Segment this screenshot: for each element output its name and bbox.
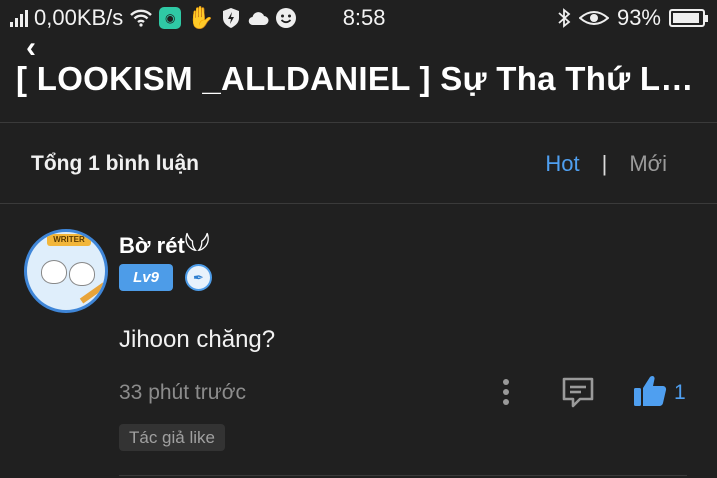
comment-text: Jihoon chăng?	[119, 326, 276, 353]
author-liked-badge: Tác giả like	[119, 424, 225, 451]
page-title: [ LOOKISM _ALLDANIEL ] Sự Tha Thứ Lỗi...	[16, 60, 706, 97]
signal-icon	[10, 9, 28, 27]
more-options-icon[interactable]	[493, 376, 519, 408]
back-arrow-icon[interactable]: ‹	[26, 33, 36, 63]
like-count: 1	[674, 381, 686, 404]
wifi-icon	[130, 9, 153, 27]
network-speed: 0,00KB/s	[34, 5, 124, 30]
avatar[interactable]: WRITER	[24, 229, 108, 313]
status-left: 0,00KB/s ◉ ✋ 8:58	[10, 5, 386, 31]
eye-icon	[578, 11, 609, 25]
comment-divider	[119, 475, 687, 476]
sort-separator: |	[601, 150, 608, 176]
comment-username[interactable]: Bờ rét𓆩𓆪	[119, 225, 210, 261]
top-bar: [ LOOKISM _ALLDANIEL ] Sự Tha Thứ Lỗi...	[0, 36, 717, 123]
thumbs-up-icon[interactable]	[632, 374, 668, 408]
sort-new-tab[interactable]: Mới	[629, 151, 667, 177]
cloud-icon	[248, 12, 269, 26]
hand-icon: ✋	[187, 5, 215, 30]
comment-item: WRITER	[0, 205, 717, 478]
writer-badge-icon: ✒	[185, 264, 212, 291]
sort-tabs: Hot | Mới	[545, 151, 667, 177]
battery-percent: 93%	[616, 5, 661, 30]
battery-icon	[669, 9, 708, 27]
clock: 8:58	[342, 5, 386, 30]
status-right: 93%	[557, 5, 708, 31]
shield-icon	[222, 8, 239, 28]
level-badge: Lv9	[119, 264, 173, 291]
avatar-character-left	[41, 260, 67, 284]
reply-icon[interactable]	[560, 376, 596, 410]
comment-timestamp: 33 phút trước	[119, 381, 247, 404]
comment-count: Tổng 1 bình luận	[31, 151, 199, 175]
app-notification-icon: ◉	[159, 7, 182, 29]
avatar-writer-banner: WRITER	[47, 234, 91, 246]
status-bar: 0,00KB/s ◉ ✋ 8:58 93%	[0, 0, 717, 36]
bluetooth-icon	[558, 8, 571, 28]
sort-hot-tab[interactable]: Hot	[545, 151, 579, 177]
avatar-character-right	[69, 262, 95, 286]
comments-header: Tổng 1 bình luận Hot | Mới	[0, 124, 717, 204]
smiley-icon	[275, 8, 296, 28]
